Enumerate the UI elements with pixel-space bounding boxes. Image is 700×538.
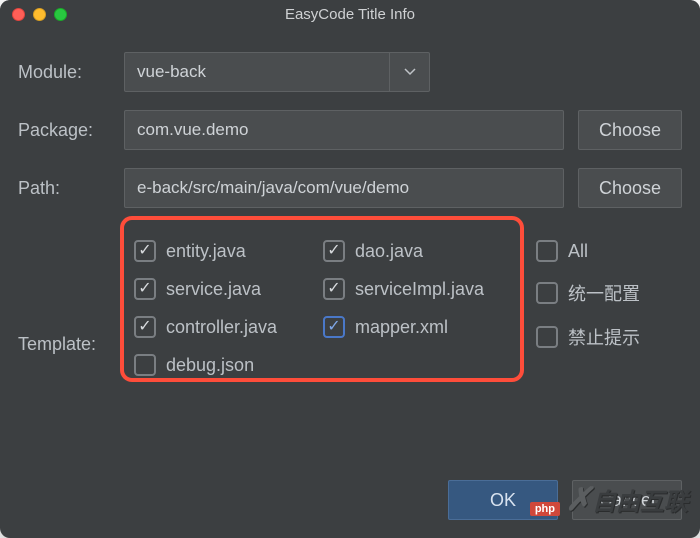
checkbox-icon bbox=[323, 316, 345, 338]
module-row: Module: vue-back bbox=[18, 52, 682, 92]
template-checkbox[interactable]: debug.json bbox=[134, 354, 323, 376]
module-select[interactable]: vue-back bbox=[124, 52, 430, 92]
package-choose-button[interactable]: Choose bbox=[578, 110, 682, 150]
template-row: Template: entity.java dao.java service.jav… bbox=[18, 226, 682, 394]
checkbox-icon bbox=[134, 278, 156, 300]
side-options: All 统一配置 禁止提示 bbox=[536, 226, 656, 350]
path-value: e-back/src/main/java/com/vue/demo bbox=[137, 178, 409, 198]
template-checkbox[interactable]: dao.java bbox=[323, 240, 512, 262]
dialog-body: Module: vue-back Package: com.vue.demo C… bbox=[0, 28, 700, 406]
template-checkbox[interactable]: mapper.xml bbox=[323, 316, 512, 338]
dialog-footer: OK Cancel bbox=[448, 480, 682, 520]
module-value: vue-back bbox=[137, 62, 206, 82]
checkbox-icon bbox=[323, 240, 345, 262]
suppress-prompt-checkbox[interactable]: 禁止提示 bbox=[536, 324, 656, 350]
path-choose-button[interactable]: Choose bbox=[578, 168, 682, 208]
path-input[interactable]: e-back/src/main/java/com/vue/demo bbox=[124, 168, 564, 208]
suppress-label: 禁止提示 bbox=[568, 324, 640, 350]
module-label: Module: bbox=[18, 62, 110, 83]
template-checkbox[interactable]: service.java bbox=[134, 278, 323, 300]
template-name: controller.java bbox=[166, 317, 277, 338]
checkbox-icon bbox=[536, 282, 558, 304]
template-checkbox[interactable]: controller.java bbox=[134, 316, 323, 338]
title-bar: EasyCode Title Info bbox=[0, 0, 700, 28]
template-checkbox[interactable]: entity.java bbox=[134, 240, 323, 262]
checkbox-icon bbox=[536, 240, 558, 262]
checkbox-icon bbox=[134, 354, 156, 376]
checkbox-icon bbox=[323, 278, 345, 300]
template-name: serviceImpl.java bbox=[355, 279, 484, 300]
template-name: debug.json bbox=[166, 355, 254, 376]
template-name: dao.java bbox=[355, 241, 423, 262]
checkbox-icon bbox=[134, 240, 156, 262]
all-checkbox[interactable]: All bbox=[536, 240, 656, 262]
template-name: mapper.xml bbox=[355, 317, 448, 338]
window-title: EasyCode Title Info bbox=[0, 6, 700, 23]
dialog-window: EasyCode Title Info Module: vue-back Pac… bbox=[0, 0, 700, 538]
template-checkbox[interactable]: serviceImpl.java bbox=[323, 278, 512, 300]
template-label: Template: bbox=[18, 334, 110, 355]
chevron-down-icon bbox=[389, 53, 429, 91]
path-row: Path: e-back/src/main/java/com/vue/demo … bbox=[18, 168, 682, 208]
template-name: entity.java bbox=[166, 241, 246, 262]
package-input[interactable]: com.vue.demo bbox=[124, 110, 564, 150]
template-checkbox-grid: entity.java dao.java service.java serviceIm… bbox=[124, 226, 522, 394]
checkbox-icon bbox=[536, 326, 558, 348]
cancel-button[interactable]: Cancel bbox=[572, 480, 682, 520]
package-row: Package: com.vue.demo Choose bbox=[18, 110, 682, 150]
ok-button[interactable]: OK bbox=[448, 480, 558, 520]
package-value: com.vue.demo bbox=[137, 120, 249, 140]
checkbox-icon bbox=[134, 316, 156, 338]
unified-label: 统一配置 bbox=[568, 280, 640, 306]
all-label: All bbox=[568, 241, 588, 262]
package-label: Package: bbox=[18, 120, 110, 141]
template-name: service.java bbox=[166, 279, 261, 300]
unified-config-checkbox[interactable]: 统一配置 bbox=[536, 280, 656, 306]
path-label: Path: bbox=[18, 178, 110, 199]
